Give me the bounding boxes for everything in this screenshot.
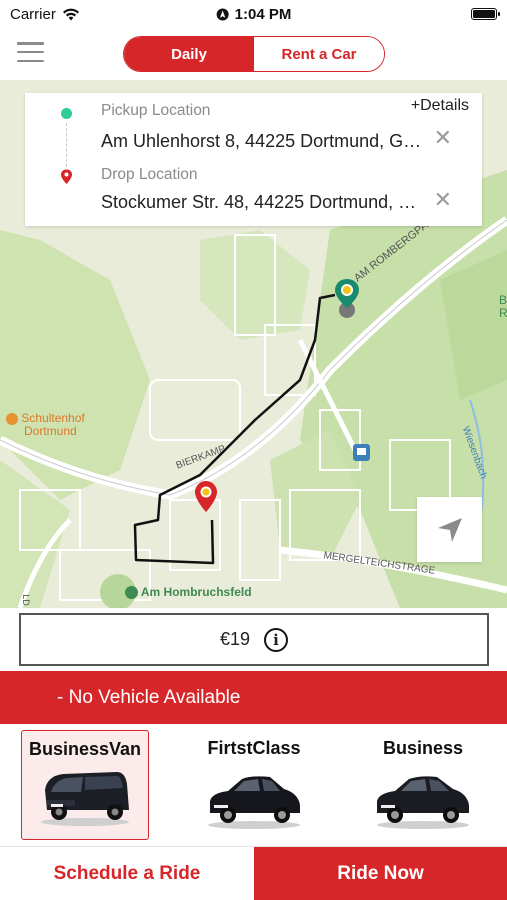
fare-amount: €19 [219, 629, 251, 649]
vehicle-name: Business [382, 738, 464, 758]
sedan-icon [208, 776, 300, 829]
schedule-ride-button[interactable]: Schedule a Ride [0, 847, 254, 900]
wifi-icon [62, 8, 79, 20]
poi-schultenhof-line2: Dortmund [24, 424, 77, 438]
vehicle-option-businessvan[interactable]: BusinessVan [21, 730, 149, 840]
vehicle-option-firstclass[interactable]: FirtstClass [190, 730, 318, 840]
tab-daily[interactable]: Daily [124, 37, 254, 71]
ride-now-button[interactable]: Ride Now [254, 847, 507, 900]
poi-schultenhof: Schultenhof Dortmund [6, 412, 85, 438]
map-label-edge-b: B [499, 293, 507, 307]
poi-hombruchsfeld-icon [125, 586, 138, 600]
pickup-dot-icon [61, 108, 72, 119]
availability-message: - No Vehicle Available [57, 686, 241, 708]
map-label-edge-ld: LD [20, 594, 31, 606]
pickup-field[interactable]: Am Uhlenhorst 8, 44225 Dortmund, Germany [101, 131, 423, 152]
vehicle-selector: BusinessVan FirtstClass Business [0, 724, 507, 846]
clear-drop-icon[interactable]: ✕ [434, 189, 452, 211]
carrier-label: Carrier [10, 5, 56, 23]
poi-schultenhof-icon [6, 412, 18, 425]
location-services-icon [216, 8, 229, 20]
status-left: Carrier [10, 6, 80, 23]
menu-icon[interactable] [17, 42, 44, 62]
location-card: Pickup Location Am Uhlenhorst 8, 44225 D… [25, 93, 482, 226]
availability-banner: - No Vehicle Available [0, 671, 507, 724]
pickup-marker-icon[interactable] [333, 278, 361, 320]
bus-stop-icon [353, 444, 370, 461]
clear-pickup-icon[interactable]: ✕ [434, 127, 452, 149]
vehicle-option-business[interactable]: Business [359, 730, 487, 840]
status-center: 1:04 PM [216, 5, 292, 23]
navigation-arrow-icon [437, 517, 462, 542]
status-right [471, 8, 500, 20]
service-type-toggle: Daily Rent a Car [123, 36, 385, 72]
clock: 1:04 PM [234, 5, 292, 23]
pickup-label: Pickup Location [101, 102, 211, 119]
drop-label: Drop Location [101, 166, 198, 183]
tab-rent-a-car[interactable]: Rent a Car [254, 37, 384, 71]
map-label-edge-r: R [499, 306, 507, 320]
route-connector [66, 123, 67, 167]
status-bar: Carrier 1:04 PM [0, 0, 507, 28]
bottom-actions: Schedule a Ride Ride Now [0, 846, 507, 900]
vehicle-name: BusinessVan [28, 739, 142, 759]
info-icon[interactable]: i [264, 627, 289, 652]
recenter-button[interactable] [417, 497, 482, 562]
sedan-icon [377, 776, 469, 829]
poi-hombruchsfeld: Am Hombruchsfeld [125, 585, 252, 600]
van-icon [41, 772, 129, 826]
fare-estimate[interactable]: €19 i [19, 613, 489, 666]
drop-marker-icon[interactable] [193, 480, 219, 514]
poi-hombruchsfeld-label: Am Hombruchsfeld [140, 585, 252, 599]
vehicle-name: FirtstClass [207, 738, 301, 758]
battery-icon [471, 8, 500, 20]
header: Daily Rent a Car [0, 28, 507, 80]
drop-field[interactable]: Stockumer Str. 48, 44225 Dortmund, Germa… [101, 192, 423, 213]
poi-schultenhof-line1: Schultenhof [21, 411, 85, 425]
drop-pin-icon [61, 169, 72, 184]
details-link[interactable]: +Details [411, 97, 469, 115]
